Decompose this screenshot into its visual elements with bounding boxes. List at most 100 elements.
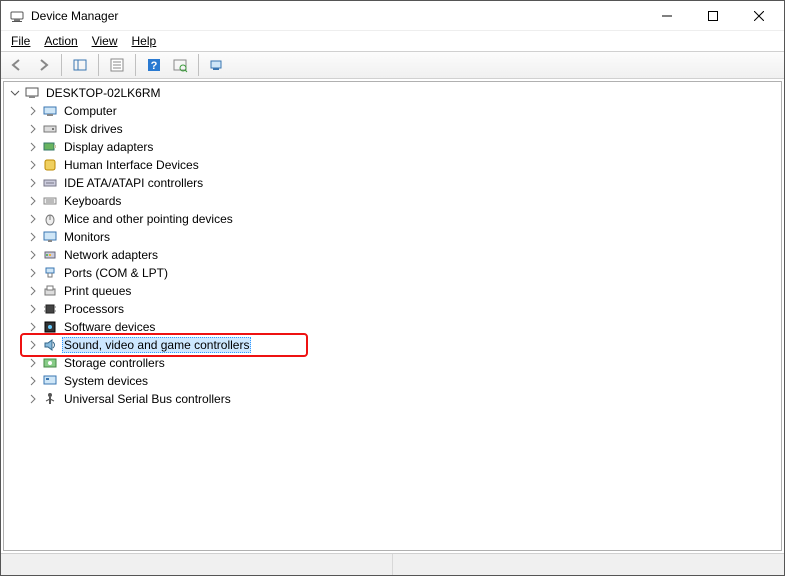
menu-action[interactable]: Action	[40, 33, 81, 49]
storage-icon	[42, 355, 58, 371]
show-hide-tree-button[interactable]	[68, 54, 92, 76]
tree-category[interactable]: Mice and other pointing devices	[6, 210, 781, 228]
expand-icon[interactable]	[26, 194, 40, 208]
tree-root[interactable]: DESKTOP-02LK6RM	[6, 84, 781, 102]
computer-icon	[24, 85, 40, 101]
expand-icon[interactable]	[26, 176, 40, 190]
printer-icon	[42, 283, 58, 299]
expand-icon[interactable]	[26, 338, 40, 352]
expand-icon[interactable]	[26, 302, 40, 316]
tree-category-label: Computer	[62, 104, 119, 118]
window-title: Device Manager	[31, 9, 644, 23]
sound-icon	[42, 337, 58, 353]
toolbar-separator	[98, 54, 99, 76]
menu-view[interactable]: View	[88, 33, 122, 49]
tree-category[interactable]: Disk drives	[6, 120, 781, 138]
tree-category-label: Universal Serial Bus controllers	[62, 392, 233, 406]
computer-icon	[42, 103, 58, 119]
tree-category[interactable]: Human Interface Devices	[6, 156, 781, 174]
toolbar-separator	[61, 54, 62, 76]
expand-icon[interactable]	[26, 320, 40, 334]
expand-icon[interactable]	[26, 140, 40, 154]
tree-category[interactable]: Print queues	[6, 282, 781, 300]
tree-category[interactable]: Display adapters	[6, 138, 781, 156]
processor-icon	[42, 301, 58, 317]
tree-category-label: Storage controllers	[62, 356, 167, 370]
toolbar-separator	[135, 54, 136, 76]
toolbar-separator	[198, 54, 199, 76]
tree-category-label: Sound, video and game controllers	[62, 337, 251, 353]
minimize-button[interactable]	[644, 1, 690, 31]
help-button[interactable]: ?	[142, 54, 166, 76]
ide-icon	[42, 175, 58, 191]
tree-category[interactable]: Network adapters	[6, 246, 781, 264]
hid-icon	[42, 157, 58, 173]
tree-category-label: Ports (COM & LPT)	[62, 266, 170, 280]
show-devices-button[interactable]	[205, 54, 229, 76]
tree-category-label: IDE ATA/ATAPI controllers	[62, 176, 205, 190]
display-adapter-icon	[42, 139, 58, 155]
tree-category-label: Print queues	[62, 284, 133, 298]
tree-root-label: DESKTOP-02LK6RM	[44, 86, 163, 100]
expand-icon[interactable]	[26, 230, 40, 244]
back-button[interactable]	[5, 54, 29, 76]
svg-text:?: ?	[151, 60, 158, 72]
expand-icon[interactable]	[26, 158, 40, 172]
port-icon	[42, 265, 58, 281]
properties-button[interactable]	[105, 54, 129, 76]
expand-icon[interactable]	[26, 266, 40, 280]
keyboard-icon	[42, 193, 58, 209]
tree-category[interactable]: Ports (COM & LPT)	[6, 264, 781, 282]
expand-icon[interactable]	[26, 374, 40, 388]
tree-category[interactable]: System devices	[6, 372, 781, 390]
tree-category-label: Display adapters	[62, 140, 155, 154]
usb-icon	[42, 391, 58, 407]
expand-icon[interactable]	[26, 248, 40, 262]
tree-category[interactable]: Monitors	[6, 228, 781, 246]
tree-category-label: Human Interface Devices	[62, 158, 201, 172]
tree-category-label: Mice and other pointing devices	[62, 212, 235, 226]
statusbar-cell	[393, 554, 784, 575]
expand-icon[interactable]	[26, 356, 40, 370]
menubar: File Action View Help	[1, 31, 784, 51]
menu-file[interactable]: File	[7, 33, 34, 49]
statusbar-cell	[1, 554, 393, 575]
software-icon	[42, 319, 58, 335]
mouse-icon	[42, 211, 58, 227]
expand-icon[interactable]	[26, 392, 40, 406]
device-tree[interactable]: DESKTOP-02LK6RM Computer Disk drives Displ…	[3, 81, 782, 551]
expand-icon[interactable]	[26, 284, 40, 298]
menu-help[interactable]: Help	[128, 33, 161, 49]
scan-hardware-button[interactable]	[168, 54, 192, 76]
tree-category[interactable]: Keyboards	[6, 192, 781, 210]
tree-category[interactable]: Storage controllers	[6, 354, 781, 372]
expand-icon[interactable]	[26, 212, 40, 226]
system-icon	[42, 373, 58, 389]
tree-category[interactable]: Computer	[6, 102, 781, 120]
disk-icon	[42, 121, 58, 137]
tree-category[interactable]: Processors	[6, 300, 781, 318]
toolbar: ?	[1, 51, 784, 79]
expand-icon[interactable]	[26, 104, 40, 118]
network-icon	[42, 247, 58, 263]
tree-category[interactable]: Software devices	[6, 318, 781, 336]
tree-category-label: Processors	[62, 302, 126, 316]
tree-category-label: Software devices	[62, 320, 157, 334]
monitor-icon	[42, 229, 58, 245]
maximize-button[interactable]	[690, 1, 736, 31]
tree-category[interactable]: Universal Serial Bus controllers	[6, 390, 781, 408]
collapse-icon[interactable]	[8, 86, 22, 100]
tree-category-label: System devices	[62, 374, 150, 388]
tree-category-label: Disk drives	[62, 122, 125, 136]
forward-button[interactable]	[31, 54, 55, 76]
tree-category[interactable]: Sound, video and game controllers	[6, 336, 781, 354]
statusbar	[1, 553, 784, 575]
tree-category-label: Keyboards	[62, 194, 123, 208]
device-manager-icon	[9, 8, 25, 24]
close-button[interactable]	[736, 1, 782, 31]
expand-icon[interactable]	[26, 122, 40, 136]
tree-category-label: Network adapters	[62, 248, 160, 262]
tree-category-label: Monitors	[62, 230, 112, 244]
titlebar: Device Manager	[1, 1, 784, 31]
tree-category[interactable]: IDE ATA/ATAPI controllers	[6, 174, 781, 192]
